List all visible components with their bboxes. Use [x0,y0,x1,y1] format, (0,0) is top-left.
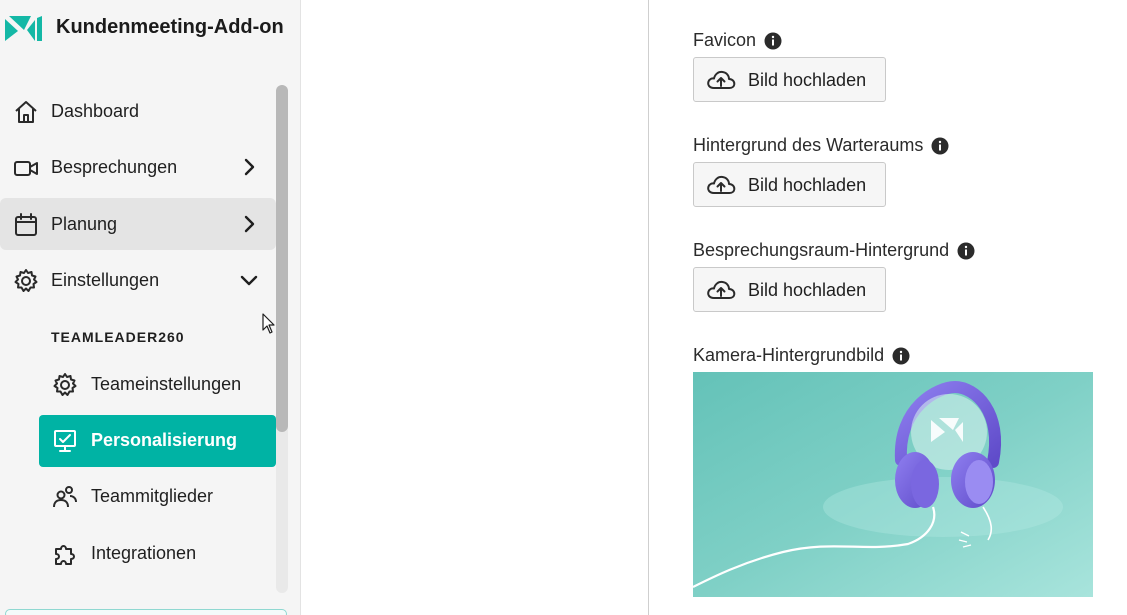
nav-teammitglieder[interactable]: Teammitglieder [39,471,276,523]
headphones-image-icon [693,372,1093,597]
puzzle-icon [55,545,75,565]
cloud-upload-icon [707,175,736,194]
camera-bg-label-text: Kamera-Hintergrundbild [693,345,885,365]
team-section-label: TEAMLEADER260 [51,329,185,345]
meeting-room-bg-upload-label: Bild hochladen [748,280,867,300]
waiting-room-bg-label: Hintergrund des Warteraums [693,135,949,156]
waiting-room-bg-upload-label: Bild hochladen [748,175,867,195]
nav-teameinstellungen[interactable]: Teameinstellungen [39,359,276,411]
info-icon[interactable] [892,347,910,365]
gear-icon [53,373,77,396]
sidebar-scrollbar-thumb[interactable] [276,85,288,432]
nav-dashboard-label: Dashboard [51,101,140,121]
favicon-upload-button[interactable]: Bild hochladen [693,57,886,102]
meeting-room-bg-upload-button[interactable]: Bild hochladen [693,267,886,312]
chevron-right-icon [244,215,255,233]
content-divider [648,0,649,615]
favicon-label-text: Favicon [693,30,757,50]
nav-planung-label: Planung [51,214,118,234]
nav-integrationen[interactable]: Integrationen [39,528,276,580]
sidebar: Kundenmeeting-Add-on Dashboard Besprechu… [0,0,301,615]
camera-bg-label: Kamera-Hintergrundbild [693,345,910,366]
info-icon[interactable] [957,242,975,260]
favicon-upload-label: Bild hochladen [748,70,867,90]
chevron-right-icon [244,158,255,176]
nav-personalisierung-label: Personalisierung [91,430,238,450]
video-camera-icon [14,161,38,176]
nav-planung[interactable]: Planung [0,198,276,250]
info-icon[interactable] [931,137,949,155]
favicon-label: Favicon [693,30,782,51]
nav-einstellungen[interactable]: Einstellungen [0,254,276,306]
mouse-cursor-icon [262,313,275,334]
home-icon [15,101,37,123]
app-title: Kundenmeeting-Add-on [56,16,284,38]
monitor-check-icon [54,430,76,452]
brand: Kundenmeeting-Add-on [5,14,284,42]
nav-einstellungen-label: Einstellungen [51,270,160,290]
nav-personalisierung[interactable]: Personalisierung [39,415,276,467]
meeting-room-bg-label: Besprechungsraum-Hintergrund [693,240,975,261]
app-logo-icon [5,16,42,41]
nav-dashboard[interactable]: Dashboard [0,85,276,137]
users-icon [53,486,77,508]
meeting-room-bg-label-text: Besprechungsraum-Hintergrund [693,240,950,260]
nav-teammitglieder-label: Teammitglieder [91,486,214,506]
info-icon[interactable] [764,32,782,50]
nav-besprechungen-label: Besprechungen [51,157,178,177]
cloud-upload-icon [707,70,736,89]
camera-background-image[interactable] [693,372,1093,597]
calendar-icon [15,213,37,236]
cloud-upload-icon [707,280,736,299]
nav-integrationen-label: Integrationen [91,543,197,563]
sidebar-bottom-card [5,609,287,615]
waiting-room-bg-label-text: Hintergrund des Warteraums [693,135,924,155]
nav-besprechungen[interactable]: Besprechungen [0,141,276,193]
nav-teameinstellungen-label: Teameinstellungen [91,374,242,394]
chevron-down-icon [240,275,258,286]
waiting-room-bg-upload-button[interactable]: Bild hochladen [693,162,886,207]
gear-icon [14,269,38,292]
